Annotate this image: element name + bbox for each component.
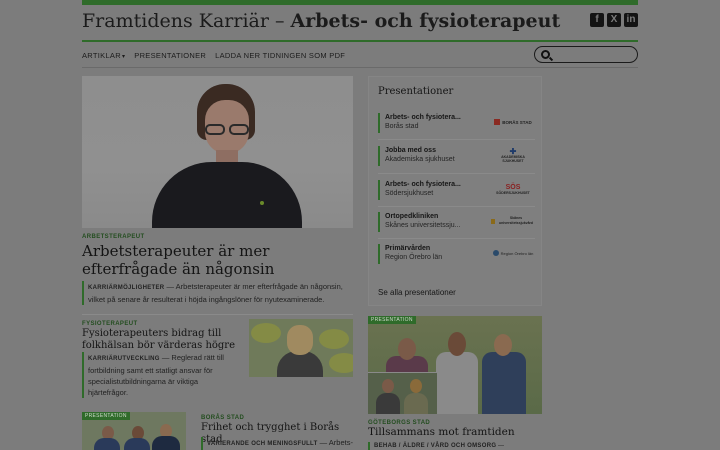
divider xyxy=(378,173,535,174)
hero-portrait-pin xyxy=(260,201,264,205)
site-title-main: Arbets- och fysioterapeut xyxy=(290,10,561,32)
article2-image[interactable] xyxy=(249,319,353,377)
logo-text: Skånes universitetssjukvård xyxy=(498,216,534,225)
article2-excerpt: KARRIÄRUTVECKLING — Reglerad rätt till f… xyxy=(82,352,240,398)
masthead: Framtidens Karriär – Arbets- och fysiote… xyxy=(82,9,638,39)
person-3-head xyxy=(494,334,512,356)
search-box[interactable] xyxy=(534,46,638,63)
hero-portrait-body xyxy=(152,162,302,228)
presentation-item[interactable]: Arbets- och fysiotera... Borås stad BORÅ… xyxy=(378,113,535,133)
inset-person-1-body xyxy=(376,393,400,414)
sos-mark: SÖS xyxy=(505,183,521,191)
article2-title[interactable]: Fysioterapeuters bidrag till folkhälsan … xyxy=(82,328,242,351)
presentation-item[interactable]: Primärvården Region Örebro län Region Ör… xyxy=(378,244,535,264)
feature-left-kicker[interactable]: BORÅS STAD xyxy=(201,415,244,421)
feature-right-excerpt: BEHAB / ÄLDRE / VÅRD OCH OMSORG — xyxy=(368,442,542,450)
foliage xyxy=(319,329,349,349)
cross-icon: ✚ xyxy=(509,146,517,156)
portrait-head xyxy=(287,325,313,355)
akademiska-logo: ✚ AKADEMISKA SJUKHUSET xyxy=(491,146,535,163)
sodersjukhuset-logo: SÖS SÖDERSJUKHUSET xyxy=(491,182,535,196)
linkedin-icon[interactable]: in xyxy=(624,13,638,27)
inset-photo xyxy=(368,372,438,414)
presentation-item[interactable]: Arbets- och fysiotera... Södersjukhuset … xyxy=(378,180,535,200)
divider xyxy=(378,139,535,140)
inset-person-2-head xyxy=(410,379,422,393)
search-icon[interactable] xyxy=(541,50,550,59)
top-accent-bar xyxy=(82,0,638,5)
article2-excerpt-label: KARRIÄRUTVECKLING xyxy=(88,356,160,362)
facebook-icon[interactable]: f xyxy=(590,13,604,27)
hero-kicker[interactable]: ARBETSTERAPEUT xyxy=(82,234,145,240)
feature-left-excerpt-label: VARIERANDE OCH MENINGSFULLT xyxy=(207,441,318,447)
person-body xyxy=(152,436,180,450)
logo-text: BORÅS STAD xyxy=(502,119,532,125)
nav-item-artiklar-label: ARTIKLAR xyxy=(82,50,121,60)
logo-text: SÖDERSJUKHUSET xyxy=(496,190,530,195)
nav-divider xyxy=(82,67,638,68)
presentation-tag: PRESENTATION xyxy=(368,316,416,324)
article2-kicker[interactable]: FYSIOTERAPEUT xyxy=(82,321,138,327)
person-body xyxy=(94,438,120,450)
feature-right-excerpt-text: — xyxy=(496,443,504,449)
boras-stad-logo: BORÅS STAD xyxy=(491,115,535,129)
skane-logo: Skånes universitetssjukvård xyxy=(491,214,535,228)
nav-item-pdf[interactable]: LADDA NER TIDNINGEN SOM PDF xyxy=(215,51,345,60)
search-input[interactable] xyxy=(553,48,633,61)
person-body xyxy=(124,438,150,450)
feature-right-image[interactable]: PRESENTATION xyxy=(368,316,542,414)
logo-text: Region Örebro län xyxy=(500,250,534,256)
divider xyxy=(378,238,535,239)
caret-down-icon: ▾ xyxy=(121,53,126,60)
inset-person-1-head xyxy=(382,379,394,393)
region-icon xyxy=(492,250,499,256)
page: Framtidens Karriär – Arbets- och fysiote… xyxy=(0,0,720,450)
masthead-divider xyxy=(82,40,638,42)
foliage xyxy=(329,353,353,373)
griffin-icon xyxy=(491,218,496,224)
presentation-item[interactable]: Jobba med oss Akademiska sjukhuset ✚ AKAD… xyxy=(378,146,535,166)
person-2-head xyxy=(448,332,466,356)
nav-item-artiklar[interactable]: ARTIKLAR▾ xyxy=(82,51,125,60)
hero-title[interactable]: Arbetsterapeuter är mer efterfrågade än … xyxy=(82,242,357,278)
presentation-item[interactable]: Ortopedkliniken Skånes universitetssju..… xyxy=(378,212,535,232)
foliage xyxy=(251,323,281,343)
feature-right-title[interactable]: Tillsammans mot framtiden xyxy=(368,426,542,439)
presentations-panel: Presentationer Arbets- och fysiotera... … xyxy=(368,76,542,306)
crest-icon xyxy=(494,119,501,125)
person-2-body xyxy=(436,352,478,414)
site-title[interactable]: Framtidens Karriär – Arbets- och fysiote… xyxy=(82,9,638,33)
feature-left-image[interactable]: PRESENTATION xyxy=(82,412,186,450)
feature-right-excerpt-label: BEHAB / ÄLDRE / VÅRD OCH OMSORG xyxy=(374,443,497,449)
divider xyxy=(378,206,535,207)
main-nav: ARTIKLAR▾ PRESENTATIONER LADDA NER TIDNI… xyxy=(82,44,638,66)
hero-portrait-glasses xyxy=(203,124,251,136)
x-icon[interactable]: X xyxy=(607,13,621,27)
hero-image[interactable] xyxy=(82,76,353,228)
social-links: f X in xyxy=(590,13,638,27)
presentation-tag: PRESENTATION xyxy=(82,412,130,420)
hero-divider xyxy=(82,314,353,315)
nav-item-presentationer[interactable]: PRESENTATIONER xyxy=(134,51,206,60)
logo-text: AKADEMISKA SJUKHUSET xyxy=(501,154,525,163)
person-3-body xyxy=(482,352,526,414)
site-title-prefix: Framtidens Karriär – xyxy=(82,10,291,32)
presentations-title: Presentationer xyxy=(378,86,454,97)
hero-excerpt: KARRIÄRMÖJLIGHETER — Arbetsterapeuter är… xyxy=(82,281,354,305)
inset-person-2-body xyxy=(404,393,428,414)
hero-excerpt-label: KARRIÄRMÖJLIGHETER xyxy=(88,285,165,291)
region-orebro-logo: Region Örebro län xyxy=(491,246,535,260)
feature-left-excerpt: VARIERANDE OCH MENINGSFULLT — Arbets- oc… xyxy=(201,437,353,450)
person-1-head xyxy=(398,338,416,360)
see-all-presentations-link[interactable]: Se alla presentationer xyxy=(378,288,456,297)
